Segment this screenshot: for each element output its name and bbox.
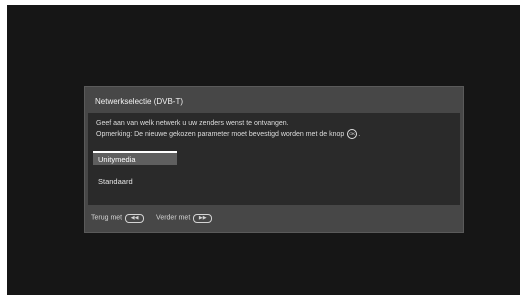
description-line-2-text: Opmerking: De nieuwe gekozen parameter m… [96,130,345,138]
back-hint[interactable]: Terug met ◀◀ [91,214,146,223]
next-label: Verder met [156,215,191,222]
dialog-footer: Terug met ◀◀ Verder met ▶▶ [91,214,222,223]
description-line-1: Geef aan van welk netwerk u uw zenders w… [96,120,289,127]
next-hint[interactable]: Verder met ▶▶ [156,214,213,223]
description-line-2: Opmerking: De nieuwe gekozen parameter m… [96,129,360,139]
tv-screen: Netwerkselectie (DVB-T) Geef aan van wel… [7,5,520,295]
fast-forward-button-icon: ▶▶ [193,214,213,223]
dialog-title: Netwerkselectie (DVB-T) [95,97,184,106]
network-selection-dialog: Netwerkselectie (DVB-T) Geef aan van wel… [84,86,464,233]
option-unitymedia[interactable]: Unitymedia [93,151,177,165]
back-label: Terug met [91,215,123,222]
rewind-button-icon: ◀◀ [125,214,145,223]
option-standaard[interactable]: Standaard [93,175,177,189]
ok-button-icon: OK [347,129,358,139]
description-line-2-end: . [358,130,361,138]
dialog-content-panel: Geef aan van welk netwerk u uw zenders w… [88,113,460,205]
